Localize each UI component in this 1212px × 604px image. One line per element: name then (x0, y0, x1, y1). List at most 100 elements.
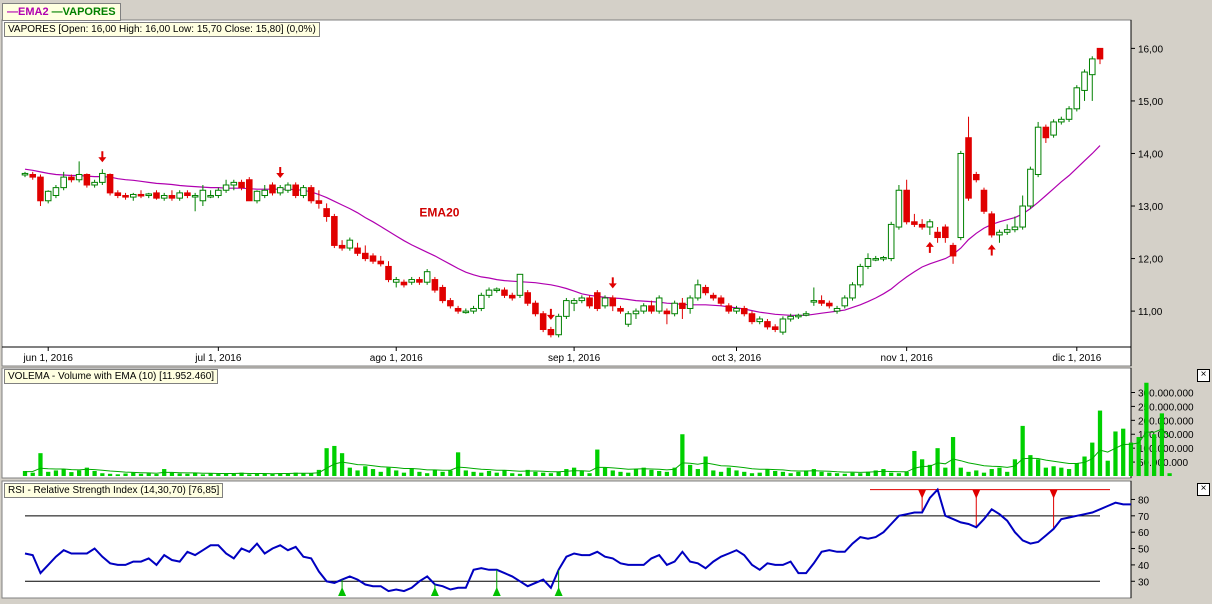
volume-bar (896, 473, 902, 476)
volume-bar (30, 472, 35, 476)
volume-bar (610, 470, 615, 476)
volume-bar (208, 473, 213, 476)
candle (988, 211, 996, 238)
candle-body (872, 258, 880, 261)
candle (671, 300, 678, 317)
candle-body (478, 294, 485, 309)
legend: —EMA2 —VAPORES (2, 3, 121, 21)
stock-chart: 16,00 15,00 14,00 13,00 12,00 11,00 jun 1, 201… (1, 19, 1194, 599)
candle-body (439, 286, 446, 302)
volume-bar (77, 470, 82, 476)
volume-bar (1152, 434, 1157, 476)
candle-body (771, 326, 779, 330)
candle-body (153, 192, 160, 199)
close-volume-panel-button[interactable]: × (1197, 369, 1210, 382)
legend-line-icon: — (7, 6, 18, 18)
candle-body (83, 173, 91, 186)
candle (331, 213, 338, 249)
close-rsi-panel-button[interactable]: × (1197, 483, 1210, 496)
candle-body (145, 193, 153, 197)
volume-bar (471, 471, 476, 476)
volume-bar (912, 450, 917, 476)
candle-body (423, 271, 431, 283)
volume-bar (455, 452, 461, 476)
volume-bar (1051, 466, 1056, 476)
volume-bar (1167, 473, 1172, 476)
date-tick-label: nov 1, 2016 (881, 353, 934, 364)
candle-body (717, 297, 725, 304)
candle-body (238, 181, 245, 189)
volume-bar (69, 472, 74, 476)
candle (594, 290, 601, 312)
candle-body (462, 310, 470, 314)
volume-bar (479, 472, 484, 476)
volume-bar (958, 467, 963, 476)
candle-body (972, 173, 980, 181)
volume-bar (92, 470, 97, 476)
candle-body (740, 307, 748, 315)
volume-bar (649, 469, 654, 476)
date-tick-label: sep 1, 2016 (548, 353, 601, 364)
candle-body (663, 310, 671, 315)
volume-bar (850, 472, 855, 476)
candle (957, 150, 965, 241)
candle-body (880, 257, 887, 260)
candle-body (895, 189, 903, 228)
price-tick-label: 16,00 (1138, 44, 1163, 55)
volume-bar (695, 469, 700, 476)
volume-bar (339, 453, 345, 476)
candle-body (779, 318, 787, 333)
volume-bar (146, 473, 151, 476)
candle-body (1027, 168, 1034, 207)
volume-bar (780, 471, 786, 476)
candle-body (640, 305, 647, 312)
candle-body (887, 223, 895, 260)
candle-body (501, 289, 508, 296)
candle-body (841, 297, 849, 307)
volume-bar (386, 467, 391, 476)
volume-bar (796, 471, 801, 476)
candle-body (253, 190, 261, 202)
candle-body (354, 247, 361, 254)
volume-bar (347, 467, 352, 476)
candle-body (563, 300, 570, 317)
price-tick-label: 14,00 (1138, 149, 1163, 160)
volume-bar (997, 467, 1002, 476)
candle-body (284, 184, 292, 191)
volume-bar (618, 471, 623, 476)
candle-body (694, 284, 702, 299)
candle-body (586, 297, 593, 307)
candle-body (1096, 47, 1104, 60)
candle-body (493, 288, 501, 292)
candle-body (547, 328, 555, 336)
candle-body (926, 221, 934, 228)
candle (1027, 166, 1034, 209)
volume-bar (595, 449, 600, 476)
candle-body (362, 252, 369, 260)
date-tick-label: oct 3, 2016 (712, 353, 762, 364)
volume-bar (564, 469, 569, 476)
volume-bar (788, 473, 793, 476)
candle-body (980, 189, 988, 212)
candle-body (75, 173, 83, 181)
candle-body (37, 176, 44, 202)
candle-body (601, 297, 609, 307)
candle-body (1088, 58, 1096, 76)
candle (423, 269, 431, 285)
price-tick-label: 15,00 (1138, 97, 1163, 108)
volume-bar (726, 467, 731, 476)
volume-bar (587, 473, 592, 476)
volume-bar (177, 473, 182, 476)
candle-body (733, 307, 740, 312)
rsi-tick-label: 60 (1138, 528, 1150, 539)
volume-bar (324, 448, 329, 476)
date-tick-label: dic 1, 2016 (1052, 353, 1101, 364)
candle (439, 284, 446, 304)
candle-body (269, 184, 276, 194)
candle-body (617, 307, 624, 312)
candle-body (1073, 87, 1081, 110)
candle-body (199, 189, 207, 202)
candle-body (648, 305, 655, 312)
candle-body (725, 305, 733, 312)
volume-bar (757, 472, 762, 476)
